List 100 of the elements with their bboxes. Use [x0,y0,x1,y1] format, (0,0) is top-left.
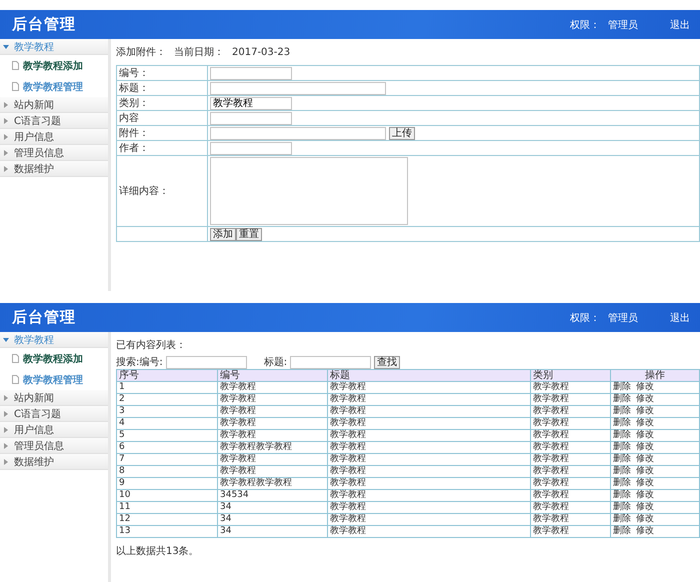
sidebar-section[interactable]: 站内新闻 [0,390,108,406]
action-link[interactable]: 修改 [636,514,654,524]
text-field[interactable] [210,112,292,124]
field-label: 类别： [116,96,208,110]
table-cell: 9 [116,478,218,490]
action-link[interactable]: 修改 [636,418,654,428]
text-field[interactable] [210,142,292,154]
sidebar-section[interactable]: 用户信息 [0,422,108,438]
action-link[interactable]: 修改 [636,442,654,452]
current-date: 2017-03-23 [232,46,290,58]
sidebar-section[interactable]: C语言习题 [0,113,108,129]
column-header: 标题 [328,370,530,382]
action-link[interactable]: 删除 [613,490,631,500]
action-link[interactable]: 修改 [636,490,654,500]
table-cell: 34 [218,502,328,514]
table-cell: 6 [116,442,218,454]
logout-link[interactable]: 退出 [670,310,690,324]
sidebar-section[interactable]: 教学教程 [0,332,108,348]
table-cell: 教学教程 [218,466,328,478]
field-label: 内容 [116,110,208,126]
table-cell: 教学教程 [530,466,610,478]
form-button[interactable]: 重置 [236,228,262,240]
action-link[interactable]: 删除 [613,526,631,536]
table-cell: 12 [116,514,218,526]
page-icon [12,61,19,70]
sidebar-section[interactable]: 数据维护 [0,161,108,177]
file-field[interactable] [210,126,386,140]
collapsed-triangle-icon [3,102,9,108]
action-link[interactable]: 删除 [613,502,631,512]
collapsed-triangle-icon [3,410,9,416]
action-link[interactable]: 删除 [613,466,631,476]
action-link[interactable]: 修改 [636,430,654,440]
sidebar-section[interactable]: 站内新闻 [0,97,108,113]
action-link[interactable]: 修改 [636,454,654,464]
collapsed-triangle-icon [3,426,9,432]
upload-button[interactable]: 上传 [389,126,416,140]
search-field[interactable] [166,356,247,368]
action-link[interactable]: 修改 [636,394,654,404]
sidebar-item[interactable]: 教学教程管理 [0,76,108,97]
action-link[interactable]: 修改 [636,382,654,392]
text-field[interactable] [210,66,292,80]
table-cell: 教学教程 [328,418,530,430]
action-link[interactable]: 删除 [613,478,631,488]
action-link[interactable]: 删除 [613,394,631,404]
table-cell: 7 [116,454,218,466]
sidebar-section[interactable]: 教学教程 [0,39,108,55]
form-button[interactable]: 添加 [210,228,236,240]
sidebar-section[interactable]: 用户信息 [0,129,108,145]
expanded-triangle-icon [3,336,9,342]
table-cell: 教学教程 [218,406,328,418]
expanded-triangle-icon [3,44,9,50]
action-link[interactable]: 删除 [613,442,631,452]
table-cell: 教学教程 [530,394,610,406]
table-cell: 教学教程 [328,478,530,490]
collapsed-triangle-icon [3,150,9,156]
action-link[interactable]: 修改 [636,406,654,416]
table-cell: 教学教程 [218,430,328,442]
action-link[interactable]: 删除 [613,454,631,464]
sidebar-item[interactable]: 教学教程管理 [0,369,108,390]
table-cell: 教学教程 [328,454,530,466]
logout-link[interactable]: 退出 [670,18,690,32]
table-cell: 教学教程 [218,382,328,394]
table-cell: 34 [218,514,328,526]
table-cell: 教学教程教学教程 [218,478,328,490]
table-cell: 教学教程 [530,430,610,442]
collapsed-triangle-icon [3,458,9,464]
sidebar-item[interactable]: 教学教程添加 [0,55,108,76]
page-icon [12,354,19,363]
column-header: 序号 [116,370,218,382]
action-link[interactable]: 修改 [636,502,654,512]
page-icon [12,82,19,91]
search-field[interactable] [290,356,372,368]
action-link[interactable]: 修改 [636,466,654,476]
action-link[interactable]: 删除 [613,418,631,428]
action-link[interactable]: 删除 [613,382,631,392]
table-cell: 教学教程 [328,382,530,394]
action-link[interactable]: 修改 [636,478,654,488]
table-cell: 教学教程 [328,526,530,538]
field-label: 附件： [116,126,208,140]
date-label: 当前日期： [174,46,224,59]
field-label: 标题： [116,80,208,96]
search-button[interactable]: 查找 [374,356,400,368]
text-field[interactable] [210,82,386,94]
table-cell: 10 [116,490,218,502]
action-link[interactable]: 删除 [613,514,631,524]
sidebar-item[interactable]: 教学教程添加 [0,348,108,369]
field-label: 详细内容： [116,156,208,226]
role-label: 权限： [570,312,600,324]
sidebar-section[interactable]: 管理员信息 [0,145,108,161]
table-cell: 34 [218,526,328,538]
text-field[interactable]: 教学教程 [210,96,292,110]
sidebar-section[interactable]: 管理员信息 [0,438,108,454]
table-cell: 教学教程 [328,502,530,514]
table-cell: 教学教程 [328,514,530,526]
action-link[interactable]: 删除 [613,430,631,440]
sidebar-section[interactable]: 数据维护 [0,454,108,470]
sidebar-section[interactable]: C语言习题 [0,406,108,422]
action-link[interactable]: 删除 [613,406,631,416]
text-area[interactable] [210,157,408,225]
action-link[interactable]: 修改 [636,526,654,536]
